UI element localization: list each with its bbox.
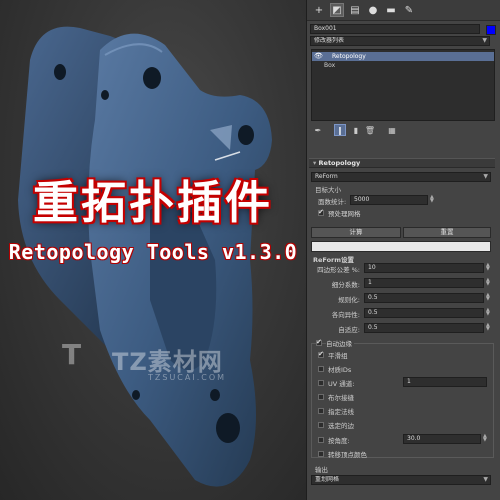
compute-button[interactable]: 计算 [311, 227, 401, 238]
stack-item-box[interactable]: Box [312, 61, 494, 70]
subdivision-spinner[interactable]: ▲ ▼ [486, 278, 490, 287]
utilities-tab-wrench-icon[interactable]: ✎ [402, 3, 416, 17]
modifier-list-label: 修改器列表 [314, 37, 345, 44]
anisotropy-input[interactable]: 0.5 [364, 308, 484, 318]
regularize-label: 规则化: [338, 296, 360, 304]
rollout-title: Retopology [318, 159, 361, 167]
watermark: T TZ素材网 TZSUCAI.COM [62, 338, 262, 388]
subdivision-label: 细分系数: [331, 281, 360, 289]
watermark-text: TZ素材网 [112, 348, 223, 376]
regularize-spinner[interactable]: ▲ ▼ [486, 293, 490, 302]
quad-tolerance-label: 四边形公差 %: [317, 266, 360, 274]
viewport[interactable]: 重拓扑插件 Retopology Tools v1.3.0 T TZ素材网 TZ… [0, 0, 306, 500]
anisotropy-label: 各向异性: [331, 311, 360, 319]
specified-normals-label: 指定法线 [328, 408, 354, 416]
object-name-field[interactable]: Box001 [310, 24, 480, 34]
promo-title: 重拓扑插件 [32, 176, 273, 229]
by-angle-input[interactable]: 30.0 [403, 434, 481, 444]
pin-stack-icon[interactable]: ✒ [312, 124, 324, 136]
stack-item-label: Box [324, 62, 336, 69]
modifier-stack: 👁 Retopology Box [311, 49, 495, 121]
subdivision-input[interactable]: 1 [364, 278, 484, 288]
watermark-sub: TZSUCAI.COM [148, 373, 227, 382]
uv-channel-checkbox[interactable] [318, 380, 324, 386]
adaptive-spinner[interactable]: ▲ ▼ [486, 323, 490, 332]
eye-icon[interactable]: 👁 [314, 52, 323, 61]
hierarchy-tab-icon[interactable]: ▤ [348, 3, 362, 17]
method-value: ReForm [315, 173, 338, 180]
by-angle-checkbox[interactable] [318, 437, 324, 443]
by-angle-spinner[interactable]: ▲ ▼ [483, 434, 487, 443]
create-tab-plus-icon[interactable]: + [312, 3, 326, 17]
uv-channel-input[interactable]: 1 [403, 377, 487, 387]
material-ids-checkbox[interactable] [318, 366, 324, 372]
retopology-rollout-header[interactable]: ▾ Retopology [309, 158, 495, 168]
chevron-down-icon: ▼ [482, 37, 487, 44]
material-ids-label: 材质IDs [328, 366, 352, 374]
motion-tab-icon[interactable]: ● [366, 3, 380, 17]
vertex-color-label: 转移顶点颜色 [328, 451, 367, 459]
quad-tolerance-input[interactable]: 10 [364, 263, 484, 273]
configure-modifier-sets-icon[interactable]: ▦ [386, 124, 398, 136]
promo-subtitle: Retopology Tools v1.3.0 [8, 240, 298, 264]
vertex-color-checkbox[interactable] [318, 451, 324, 457]
delete-modifier-icon[interactable]: 🗑 [364, 124, 376, 136]
progress-bar [311, 241, 491, 252]
auto-edges-checkbox[interactable] [316, 338, 322, 346]
show-end-result-icon[interactable]: ❙ [334, 124, 346, 136]
quad-tolerance-spinner[interactable]: ▲ ▼ [486, 263, 490, 272]
by-angle-label: 按角度: [328, 437, 350, 445]
anisotropy-spinner[interactable]: ▲ ▼ [486, 308, 490, 317]
smooth-groups-label: 平滑组 [328, 352, 348, 360]
command-panel-tabs: + ◩ ▤ ● ▬ ✎ [307, 0, 500, 21]
chevron-down-icon: ▼ [483, 476, 488, 483]
chevron-down-icon: ▼ [483, 173, 488, 180]
boolean-seams-checkbox[interactable] [318, 394, 324, 400]
face-count-spinner[interactable]: ▲ ▼ [430, 195, 434, 204]
display-tab-icon[interactable]: ▬ [384, 3, 398, 17]
target-size-label: 目标大小 [315, 186, 341, 194]
face-count-label: 面数统计: [318, 198, 347, 206]
watermark-logo: T [62, 338, 82, 371]
face-count-input[interactable]: 5000 [350, 195, 428, 205]
uv-channel-label: UV 通道: [328, 380, 355, 388]
stack-item-retopology[interactable]: 👁 Retopology [312, 52, 494, 61]
selected-edges-checkbox[interactable] [318, 422, 324, 428]
boolean-seams-label: 布尔接缝 [328, 394, 354, 402]
modify-tab-icon[interactable]: ◩ [330, 3, 344, 17]
method-dropdown[interactable]: ReForm ▼ [311, 172, 491, 182]
stack-item-label: Retopology [332, 53, 366, 60]
make-unique-icon[interactable]: ▮ [350, 124, 362, 136]
specified-normals-checkbox[interactable] [318, 408, 324, 414]
adaptive-label: 自适应: [338, 326, 360, 334]
output-value: 重划网格 [315, 476, 340, 483]
modifier-list-dropdown[interactable]: 修改器列表 ▼ [310, 36, 490, 46]
output-dropdown[interactable]: 重划网格 ▼ [311, 475, 491, 485]
adaptive-input[interactable]: 0.5 [364, 323, 484, 333]
regularize-input[interactable]: 0.5 [364, 293, 484, 303]
smooth-groups-checkbox[interactable] [318, 350, 324, 358]
selected-edges-label: 选定的边 [328, 422, 354, 430]
output-label: 输出 [315, 466, 328, 474]
reform-settings-header: ReForm设置 [313, 256, 355, 264]
preprocess-label: 预处理网格 [328, 210, 361, 218]
object-color-swatch[interactable] [486, 25, 496, 35]
reset-button[interactable]: 重置 [403, 227, 491, 238]
auto-edges-label: 自动边缘 [326, 338, 354, 348]
stack-toolbar: ✒ ❙ ▮ 🗑 ▦ [310, 124, 494, 138]
preprocess-checkbox[interactable] [318, 208, 324, 216]
